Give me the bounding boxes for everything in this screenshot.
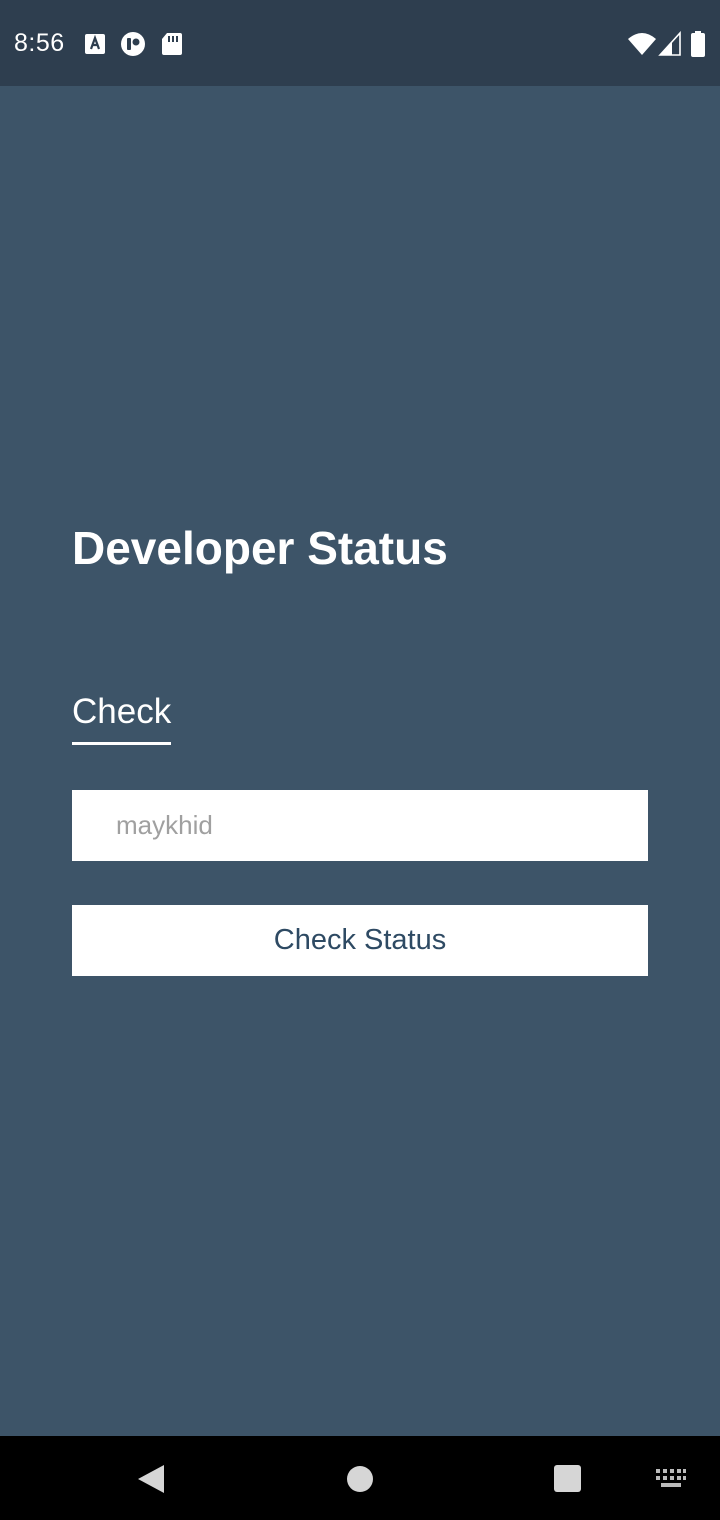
status-time: 8:56 (14, 29, 65, 57)
battery-icon (690, 31, 706, 57)
navigation-bar (0, 1436, 720, 1520)
wifi-icon (627, 31, 657, 57)
page-title: Developer Status (72, 522, 448, 574)
signal-icon (658, 31, 682, 57)
tab-check[interactable]: Check (72, 690, 172, 748)
username-field-container (72, 790, 648, 861)
accessibility-a-icon (82, 31, 108, 57)
check-status-button[interactable]: Check Status (72, 905, 648, 976)
username-input[interactable] (72, 790, 648, 861)
keyboard-icon[interactable] (655, 1468, 687, 1490)
tab-indicator (72, 742, 172, 745)
notification-app-icon (120, 31, 146, 57)
sd-card-icon (159, 31, 185, 57)
back-icon[interactable] (134, 1462, 168, 1496)
tab-check-label: Check (72, 692, 172, 731)
status-bar: 8:56 (0, 0, 720, 86)
recents-icon[interactable] (553, 1464, 582, 1493)
home-icon[interactable] (345, 1464, 375, 1494)
app-screen: 8:56 Developer Status Check maykhid Chec… (0, 0, 720, 1520)
